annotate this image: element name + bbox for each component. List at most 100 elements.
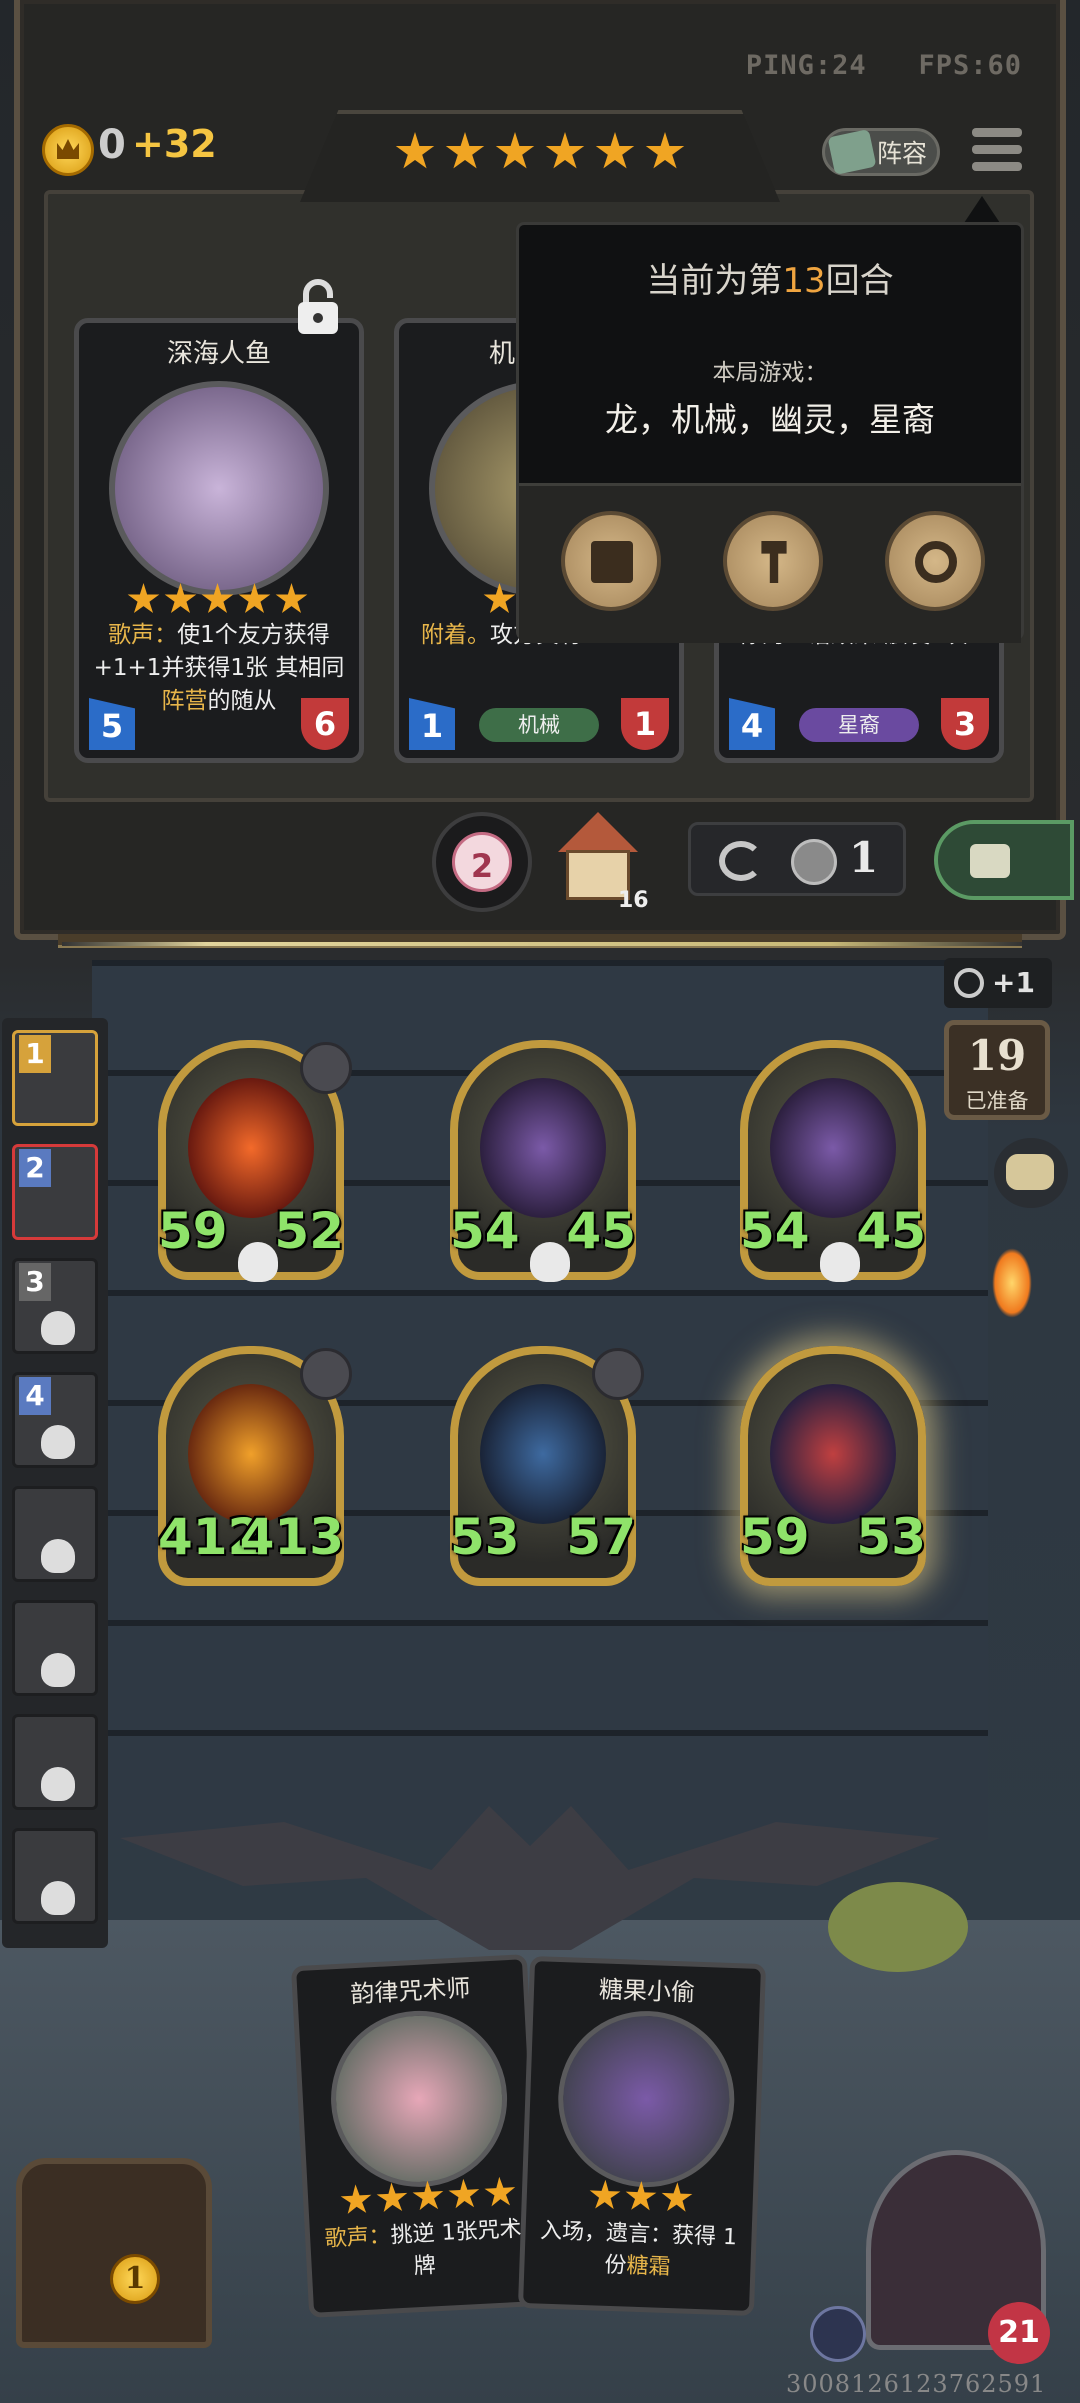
rank-number: 1 (19, 1035, 51, 1073)
hand-card[interactable]: 糖果小偷 入场，遗言：获得 1份糖霜 (517, 1955, 767, 2317)
keyword: 歌声： (324, 2223, 392, 2253)
dragon-tribe-icon (592, 1348, 644, 1400)
card-name: 韵律咒术师 (349, 1974, 472, 2009)
sorceress-portrait (326, 2006, 512, 2192)
ready-label: 已准备 (965, 1089, 1029, 1113)
round-suffix: 回合 (825, 261, 894, 301)
card-stars (588, 2179, 693, 2215)
skull-icon (41, 1881, 75, 1915)
ranking-slot[interactable] (12, 1600, 98, 1696)
minion-health: 45 (856, 1202, 926, 1260)
refresh-cost: 1 (849, 833, 879, 882)
skull-icon (41, 1539, 75, 1573)
ranking-slot[interactable] (12, 1486, 98, 1582)
chat-icon[interactable] (994, 1138, 1068, 1208)
refresh-icon (719, 841, 763, 881)
tribe-tag: 机械 (479, 708, 599, 742)
lineup-label: 阵容 (877, 139, 928, 168)
gold-coin-icon (42, 124, 94, 176)
deathrattle-icon (238, 1242, 278, 1282)
gear-icon[interactable] (885, 511, 985, 611)
ranking-slot[interactable]: 1 (12, 1030, 98, 1126)
tribe-tag: 星裔 (799, 708, 919, 742)
freeze-shop-button[interactable] (934, 820, 1074, 900)
hamburger-icon[interactable] (972, 128, 1022, 174)
rank-number: 4 (19, 1377, 51, 1415)
coin-icon (791, 839, 837, 885)
desc-highlight: 阵营 (161, 688, 208, 714)
network-stats: PING:24 FPS:60 (746, 50, 1022, 81)
timer-bar (62, 942, 1022, 946)
card-stars (339, 2176, 516, 2217)
desc-highlight: 糖霜 (626, 2253, 671, 2281)
board-minion[interactable]: 53 57 (450, 1346, 644, 1586)
ranking-slot[interactable] (12, 1828, 98, 1924)
dragon-tribe-icon (300, 1042, 352, 1094)
minion-attack: 59 (740, 1508, 810, 1566)
ready-plus: +1 (992, 966, 1035, 999)
rulebook-icon[interactable] (561, 511, 661, 611)
board-minion[interactable]: 54 45 (740, 1040, 926, 1282)
rank-number: 2 (19, 1149, 51, 1187)
mermaid-portrait (109, 381, 329, 596)
desc-suffix: 的随从 (207, 688, 277, 714)
desc-prefix: 入场，遗言： (539, 2218, 673, 2249)
dice-count: 2 (470, 847, 494, 885)
crab-pet[interactable] (798, 1852, 998, 1982)
minion-health: 52 (274, 1202, 344, 1260)
star-icon (395, 132, 435, 169)
minion-attack: 54 (450, 1202, 520, 1260)
board-minion[interactable]: 412 413 (158, 1346, 352, 1586)
chest-coin: 1 (110, 2254, 160, 2304)
card-stars (127, 583, 308, 616)
skull-icon (41, 1311, 75, 1345)
popup-button-bar (519, 483, 1021, 643)
ranking-slot[interactable]: 2 (12, 1144, 98, 1240)
shop-card[interactable]: 深海人鱼 歌声：使1个友方获得 +1+1并获得1张 其相同阵营的随从 5 6 (74, 318, 364, 763)
goblin-portrait (770, 1078, 896, 1218)
minion-attack: 59 (158, 1202, 228, 1260)
lineup-button[interactable]: 阵容 (822, 128, 940, 176)
refresh-button[interactable]: 1 (688, 822, 906, 896)
skull-icon (41, 1425, 75, 1459)
board-minion[interactable]: 59 52 (158, 1040, 352, 1282)
minion-attack: 53 (450, 1508, 520, 1566)
board-minion[interactable]: 59 53 (740, 1346, 926, 1586)
round-prefix: 当前为第 (646, 261, 783, 301)
gold-count: 0 (98, 122, 126, 168)
card-name: 糖果小偷 (598, 1975, 696, 2007)
game-screen: PING:24 FPS:60 0 +32 阵容 深海人鱼 歌声：使1个友方获得 … (0, 0, 1080, 2403)
spectate-count: +1 (944, 958, 1052, 1008)
ready-counter: 19 已准备 (944, 1020, 1050, 1120)
game-label: 本局游戏： (712, 360, 828, 386)
ranking-slot[interactable]: 4 (12, 1372, 98, 1468)
keyword: 歌声： (108, 622, 178, 648)
star-icon (545, 132, 585, 169)
keyword: 附着。 (420, 622, 490, 648)
health-value: 1 (621, 698, 669, 750)
skull-icon (41, 1767, 75, 1801)
desc-text: 挑逆 1张咒术牌 (390, 2216, 523, 2280)
card-description: 入场，遗言：获得 1份糖霜 (530, 2215, 746, 2286)
hero-health: 21 (988, 2302, 1050, 2364)
ranking-slot[interactable]: 3 (12, 1258, 98, 1354)
gold-income: +32 (132, 122, 217, 166)
minion-attack: 54 (740, 1202, 810, 1260)
rank-number: 3 (19, 1263, 51, 1301)
treasure-chest[interactable] (16, 2158, 212, 2348)
hammer-icon[interactable] (723, 511, 823, 611)
unlock-icon (970, 844, 1010, 878)
star-icon (645, 132, 685, 169)
fps-text: FPS:60 (918, 50, 1022, 81)
refresh-dice-button[interactable]: 2 (432, 812, 532, 912)
hand-card[interactable]: 韵律咒术师 歌声：挑逆 1张咒术牌 (290, 1954, 546, 2318)
shield-icon[interactable] (810, 2306, 866, 2362)
minion-health: 45 (566, 1202, 636, 1260)
ranking-slot[interactable] (12, 1714, 98, 1810)
tavern-tier-stars (395, 132, 685, 172)
minion-health: 57 (566, 1508, 636, 1566)
padlock-icon[interactable] (294, 278, 342, 336)
health-value: 6 (301, 698, 349, 750)
board-minion[interactable]: 54 45 (450, 1040, 636, 1282)
dragon-portrait (188, 1078, 314, 1218)
